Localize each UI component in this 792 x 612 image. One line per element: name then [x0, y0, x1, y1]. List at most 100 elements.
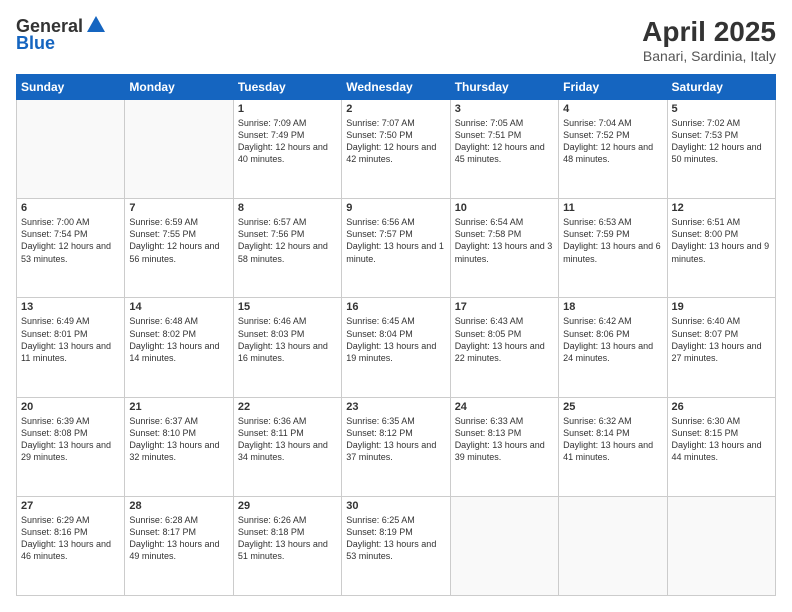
calendar-day-30: 30 Sunrise: 6:25 AM Sunset: 8:19 PM Dayli…: [342, 496, 450, 595]
calendar-header-friday: Friday: [559, 75, 667, 100]
day-info: Sunrise: 6:54 AM Sunset: 7:58 PM Dayligh…: [455, 216, 554, 265]
day-info: Sunrise: 6:25 AM Sunset: 8:19 PM Dayligh…: [346, 514, 445, 563]
calendar-day-16: 16 Sunrise: 6:45 AM Sunset: 8:04 PM Dayli…: [342, 298, 450, 397]
day-info: Sunrise: 6:36 AM Sunset: 8:11 PM Dayligh…: [238, 415, 337, 464]
day-number: 19: [672, 301, 771, 313]
day-number: 29: [238, 500, 337, 512]
day-number: 24: [455, 401, 554, 413]
calendar-day-26: 26 Sunrise: 6:30 AM Sunset: 8:15 PM Dayli…: [667, 397, 775, 496]
calendar-header-sunday: Sunday: [17, 75, 125, 100]
day-number: 2: [346, 103, 445, 115]
day-info: Sunrise: 6:35 AM Sunset: 8:12 PM Dayligh…: [346, 415, 445, 464]
day-number: 16: [346, 301, 445, 313]
logo: General Blue: [16, 16, 107, 54]
calendar-day-1: 1 Sunrise: 7:09 AM Sunset: 7:49 PM Daylig…: [233, 100, 341, 199]
day-number: 1: [238, 103, 337, 115]
day-number: 30: [346, 500, 445, 512]
day-number: 4: [563, 103, 662, 115]
header: General Blue April 2025 Banari, Sardinia…: [16, 16, 776, 64]
day-info: Sunrise: 6:48 AM Sunset: 8:02 PM Dayligh…: [129, 315, 228, 364]
day-info: Sunrise: 6:32 AM Sunset: 8:14 PM Dayligh…: [563, 415, 662, 464]
day-info: Sunrise: 6:43 AM Sunset: 8:05 PM Dayligh…: [455, 315, 554, 364]
day-info: Sunrise: 6:57 AM Sunset: 7:56 PM Dayligh…: [238, 216, 337, 265]
calendar-day-23: 23 Sunrise: 6:35 AM Sunset: 8:12 PM Dayli…: [342, 397, 450, 496]
calendar-week-4: 20Sunrise: 6:39 AM Sunset: 8:08 PM Dayli…: [17, 397, 776, 496]
calendar-header-row: SundayMondayTuesdayWednesdayThursdayFrid…: [17, 75, 776, 100]
day-number: 5: [672, 103, 771, 115]
day-info: Sunrise: 6:37 AM Sunset: 8:10 PM Dayligh…: [129, 415, 228, 464]
day-number: 27: [21, 500, 120, 512]
calendar-table: SundayMondayTuesdayWednesdayThursdayFrid…: [16, 74, 776, 596]
calendar-day-22: 22Sunrise: 6:36 AM Sunset: 8:11 PM Dayli…: [233, 397, 341, 496]
calendar-day-2: 2Sunrise: 7:07 AM Sunset: 7:50 PM Daylig…: [342, 100, 450, 199]
day-info: Sunrise: 6:26 AM Sunset: 8:18 PM Dayligh…: [238, 514, 337, 563]
main-title: April 2025: [642, 16, 776, 48]
day-info: Sunrise: 6:39 AM Sunset: 8:08 PM Dayligh…: [21, 415, 120, 464]
calendar-day-5: 5 Sunrise: 7:02 AM Sunset: 7:53 PM Daylig…: [667, 100, 775, 199]
day-info: Sunrise: 7:09 AM Sunset: 7:49 PM Dayligh…: [238, 117, 337, 166]
calendar-day-19: 19Sunrise: 6:40 AM Sunset: 8:07 PM Dayli…: [667, 298, 775, 397]
day-info: Sunrise: 6:59 AM Sunset: 7:55 PM Dayligh…: [129, 216, 228, 265]
calendar-empty-cell: [667, 496, 775, 595]
day-info: Sunrise: 6:33 AM Sunset: 8:13 PM Dayligh…: [455, 415, 554, 464]
calendar-day-11: 11 Sunrise: 6:53 AM Sunset: 7:59 PM Dayli…: [559, 199, 667, 298]
calendar-day-8: 8 Sunrise: 6:57 AM Sunset: 7:56 PM Daylig…: [233, 199, 341, 298]
day-info: Sunrise: 7:02 AM Sunset: 7:53 PM Dayligh…: [672, 117, 771, 166]
day-info: Sunrise: 7:00 AM Sunset: 7:54 PM Dayligh…: [21, 216, 120, 265]
calendar-day-13: 13Sunrise: 6:49 AM Sunset: 8:01 PM Dayli…: [17, 298, 125, 397]
day-info: Sunrise: 6:56 AM Sunset: 7:57 PM Dayligh…: [346, 216, 445, 265]
day-number: 25: [563, 401, 662, 413]
calendar-header-saturday: Saturday: [667, 75, 775, 100]
calendar-day-10: 10 Sunrise: 6:54 AM Sunset: 7:58 PM Dayli…: [450, 199, 558, 298]
calendar-day-27: 27 Sunrise: 6:29 AM Sunset: 8:16 PM Dayli…: [17, 496, 125, 595]
day-number: 7: [129, 202, 228, 214]
day-number: 8: [238, 202, 337, 214]
day-info: Sunrise: 6:29 AM Sunset: 8:16 PM Dayligh…: [21, 514, 120, 563]
calendar-week-2: 6 Sunrise: 7:00 AM Sunset: 7:54 PM Daylig…: [17, 199, 776, 298]
calendar-week-3: 13Sunrise: 6:49 AM Sunset: 8:01 PM Dayli…: [17, 298, 776, 397]
calendar-header-monday: Monday: [125, 75, 233, 100]
day-number: 18: [563, 301, 662, 313]
calendar-day-15: 15 Sunrise: 6:46 AM Sunset: 8:03 PM Dayli…: [233, 298, 341, 397]
calendar-header-thursday: Thursday: [450, 75, 558, 100]
calendar-day-4: 4 Sunrise: 7:04 AM Sunset: 7:52 PM Daylig…: [559, 100, 667, 199]
day-number: 14: [129, 301, 228, 313]
day-info: Sunrise: 6:49 AM Sunset: 8:01 PM Dayligh…: [21, 315, 120, 364]
calendar-week-1: 1 Sunrise: 7:09 AM Sunset: 7:49 PM Daylig…: [17, 100, 776, 199]
day-number: 15: [238, 301, 337, 313]
day-number: 21: [129, 401, 228, 413]
day-number: 26: [672, 401, 771, 413]
day-number: 23: [346, 401, 445, 413]
day-number: 9: [346, 202, 445, 214]
calendar-empty-cell: [450, 496, 558, 595]
page: General Blue April 2025 Banari, Sardinia…: [0, 0, 792, 612]
day-info: Sunrise: 6:45 AM Sunset: 8:04 PM Dayligh…: [346, 315, 445, 364]
calendar-day-14: 14 Sunrise: 6:48 AM Sunset: 8:02 PM Dayli…: [125, 298, 233, 397]
day-number: 6: [21, 202, 120, 214]
logo-icon: [85, 14, 107, 36]
calendar-day-29: 29 Sunrise: 6:26 AM Sunset: 8:18 PM Dayli…: [233, 496, 341, 595]
calendar-day-7: 7 Sunrise: 6:59 AM Sunset: 7:55 PM Daylig…: [125, 199, 233, 298]
calendar-header-wednesday: Wednesday: [342, 75, 450, 100]
day-number: 12: [672, 202, 771, 214]
day-info: Sunrise: 6:51 AM Sunset: 8:00 PM Dayligh…: [672, 216, 771, 265]
day-number: 10: [455, 202, 554, 214]
day-info: Sunrise: 6:53 AM Sunset: 7:59 PM Dayligh…: [563, 216, 662, 265]
calendar-day-9: 9 Sunrise: 6:56 AM Sunset: 7:57 PM Daylig…: [342, 199, 450, 298]
calendar-day-12: 12 Sunrise: 6:51 AM Sunset: 8:00 PM Dayli…: [667, 199, 775, 298]
day-info: Sunrise: 7:05 AM Sunset: 7:51 PM Dayligh…: [455, 117, 554, 166]
calendar-day-3: 3Sunrise: 7:05 AM Sunset: 7:51 PM Daylig…: [450, 100, 558, 199]
calendar-day-25: 25 Sunrise: 6:32 AM Sunset: 8:14 PM Dayli…: [559, 397, 667, 496]
day-number: 28: [129, 500, 228, 512]
day-info: Sunrise: 6:30 AM Sunset: 8:15 PM Dayligh…: [672, 415, 771, 464]
day-number: 11: [563, 202, 662, 214]
calendar-day-21: 21 Sunrise: 6:37 AM Sunset: 8:10 PM Dayli…: [125, 397, 233, 496]
day-info: Sunrise: 7:04 AM Sunset: 7:52 PM Dayligh…: [563, 117, 662, 166]
day-info: Sunrise: 6:42 AM Sunset: 8:06 PM Dayligh…: [563, 315, 662, 364]
calendar-week-5: 27 Sunrise: 6:29 AM Sunset: 8:16 PM Dayli…: [17, 496, 776, 595]
calendar-day-24: 24 Sunrise: 6:33 AM Sunset: 8:13 PM Dayli…: [450, 397, 558, 496]
calendar-day-20: 20Sunrise: 6:39 AM Sunset: 8:08 PM Dayli…: [17, 397, 125, 496]
calendar-empty-cell: [125, 100, 233, 199]
calendar-header-tuesday: Tuesday: [233, 75, 341, 100]
day-info: Sunrise: 6:46 AM Sunset: 8:03 PM Dayligh…: [238, 315, 337, 364]
